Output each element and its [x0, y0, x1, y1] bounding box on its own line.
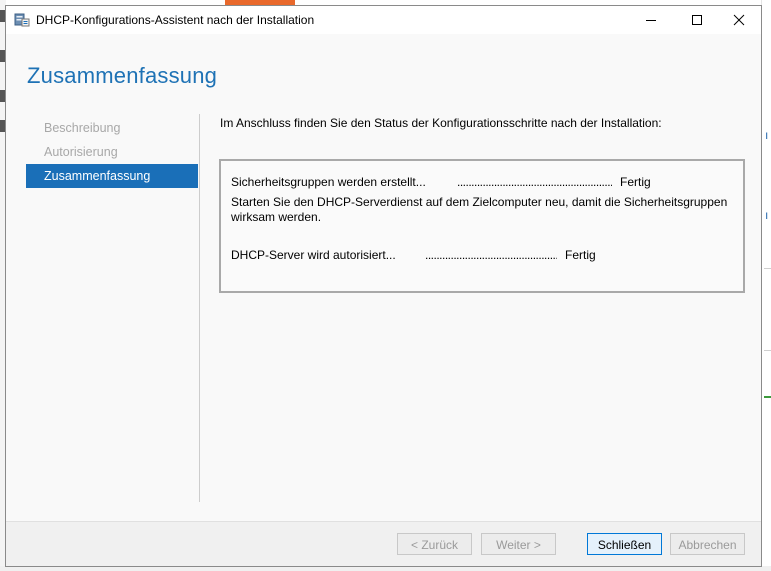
nav-item-autorisierung: Autorisierung: [44, 145, 118, 159]
footer-bar: < Zurück Weiter > Schließen Abbrechen: [6, 522, 761, 566]
close-window-button[interactable]: [716, 6, 762, 34]
status-panel: Sicherheitsgruppen werden erstellt... ..…: [219, 159, 745, 293]
close-button[interactable]: Schließen: [587, 533, 662, 555]
window-title: DHCP-Konfigurations-Assistent nach der I…: [36, 13, 315, 27]
background-line: [764, 350, 771, 351]
title-bar[interactable]: DHCP-Konfigurations-Assistent nach der I…: [6, 6, 761, 34]
step-label: Sicherheitsgruppen werden erstellt...: [231, 175, 426, 189]
nav-divider: [199, 114, 200, 502]
step-leader: ........................................…: [425, 248, 557, 262]
background-glyph: ı: [765, 128, 769, 142]
nav-item-beschreibung: Beschreibung: [44, 121, 121, 135]
background-status-line: [764, 396, 771, 398]
step-label: DHCP-Server wird autorisiert...: [231, 248, 396, 262]
wizard-dialog: DHCP-Konfigurations-Assistent nach der I…: [5, 5, 762, 567]
server-wizard-icon: [14, 13, 30, 27]
background-glyph: ı: [765, 208, 769, 222]
background-right-strip: ı ı: [761, 0, 771, 571]
nav-item-zusammenfassung[interactable]: Zusammenfassung: [26, 164, 198, 188]
back-button[interactable]: < Zurück: [397, 533, 472, 555]
maximize-icon: [692, 15, 702, 25]
next-button[interactable]: Weiter >: [481, 533, 556, 555]
step-status: Fertig: [565, 248, 596, 262]
background-line: [764, 268, 771, 269]
step-note: Starten Sie den DHCP-Serverdienst auf de…: [231, 195, 728, 224]
step-status: Fertig: [620, 175, 651, 189]
cancel-button[interactable]: Abbrechen: [670, 533, 745, 555]
minimize-button[interactable]: [628, 6, 674, 34]
page-heading: Zusammenfassung: [27, 63, 218, 88]
minimize-icon: [646, 20, 656, 21]
step-leader: ........................................…: [457, 175, 612, 189]
wizard-nav: Beschreibung Autorisierung Zusammenfassu…: [26, 116, 198, 188]
maximize-button[interactable]: [674, 6, 720, 34]
close-icon: [733, 14, 745, 26]
intro-text: Im Anschluss finden Sie den Status der K…: [220, 116, 662, 130]
